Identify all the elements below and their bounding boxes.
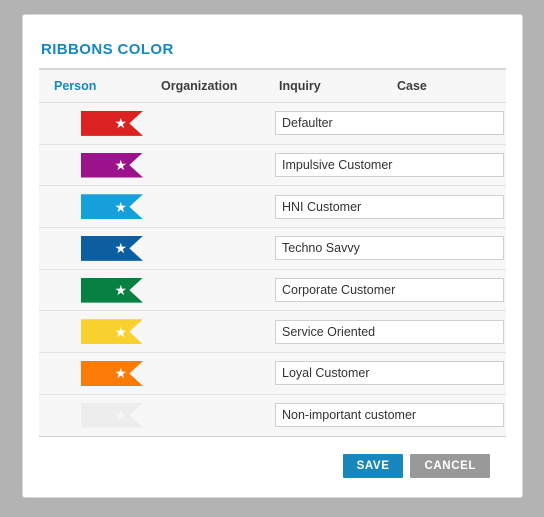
star-icon: ★ <box>114 323 127 340</box>
ribbon-swatch-cell: ★ <box>54 194 275 220</box>
ribbon-color-swatch[interactable]: ★ <box>81 152 143 178</box>
ribbon-name-input[interactable] <box>275 111 504 136</box>
ribbon-name-cell <box>275 111 506 136</box>
ribbon-swatch-cell: ★ <box>54 402 275 428</box>
ribbon-color-swatch[interactable]: ★ <box>81 235 143 261</box>
dialog-footer: SAVE CANCEL <box>39 437 506 478</box>
ribbon-swatch-cell: ★ <box>54 235 275 261</box>
cancel-button[interactable]: CANCEL <box>410 453 490 478</box>
ribbon-name-cell <box>275 361 506 386</box>
column-header-inquiry[interactable]: Inquiry <box>279 70 397 93</box>
ribbon-color-swatch[interactable]: ★ <box>81 194 143 220</box>
ribbon-name-input[interactable] <box>275 236 504 261</box>
ribbon-name-cell <box>275 278 506 303</box>
star-icon: ★ <box>114 282 127 299</box>
star-icon: ★ <box>114 198 127 215</box>
star-icon: ★ <box>114 365 127 382</box>
ribbon-name-cell <box>275 153 506 178</box>
ribbon-name-input[interactable] <box>275 319 504 344</box>
save-button[interactable]: SAVE <box>342 453 404 478</box>
ribbon-name-input[interactable] <box>275 361 504 386</box>
ribbon-color-swatch[interactable]: ★ <box>81 402 143 428</box>
ribbon-swatch-cell: ★ <box>54 319 275 345</box>
ribbon-color-swatch[interactable]: ★ <box>81 110 143 136</box>
ribbon-name-input[interactable] <box>275 278 504 303</box>
star-icon: ★ <box>114 240 127 257</box>
ribbon-swatch-cell: ★ <box>54 110 275 136</box>
ribbon-name-cell <box>275 403 506 428</box>
table-row: ★ <box>39 311 506 354</box>
table-row: ★ <box>39 353 506 395</box>
table-row: ★ <box>39 269 506 312</box>
ribbon-color-swatch[interactable]: ★ <box>81 277 143 303</box>
table-row: ★ <box>39 394 506 437</box>
ribbon-name-cell <box>275 194 506 219</box>
page-title: RIBBONS COLOR <box>41 41 174 58</box>
ribbon-swatch-cell: ★ <box>54 360 275 386</box>
table-row: ★ <box>39 144 506 187</box>
column-header-row: Person Organization Inquiry Case <box>39 70 506 103</box>
table-row: ★ <box>39 186 506 229</box>
table-row: ★ <box>39 228 506 270</box>
ribbon-name-input[interactable] <box>275 403 504 428</box>
star-icon: ★ <box>114 157 127 174</box>
star-icon: ★ <box>114 115 127 132</box>
ribbon-color-swatch[interactable]: ★ <box>81 360 143 386</box>
ribbon-swatch-cell: ★ <box>54 152 275 178</box>
star-icon: ★ <box>114 407 127 424</box>
ribbon-name-input[interactable] <box>275 153 504 178</box>
column-header-organization[interactable]: Organization <box>161 70 279 93</box>
window-frame: RIBBONS COLOR Person Organization Inquiry C… <box>0 0 544 517</box>
ribbon-swatch-cell: ★ <box>54 277 275 303</box>
table-row: ★ <box>39 103 506 145</box>
ribbon-color-swatch[interactable]: ★ <box>81 319 143 345</box>
ribbon-name-cell <box>275 319 506 344</box>
ribbon-name-cell <box>275 236 506 261</box>
column-header-person[interactable]: Person <box>39 70 161 93</box>
column-header-case[interactable]: Case <box>397 70 497 93</box>
ribbon-name-input[interactable] <box>275 194 504 219</box>
ribbons-color-dialog: RIBBONS COLOR Person Organization Inquiry C… <box>22 14 523 498</box>
ribbon-rows: ★ ★ ★ ★ ★ ★ ★ ★ <box>39 103 506 437</box>
